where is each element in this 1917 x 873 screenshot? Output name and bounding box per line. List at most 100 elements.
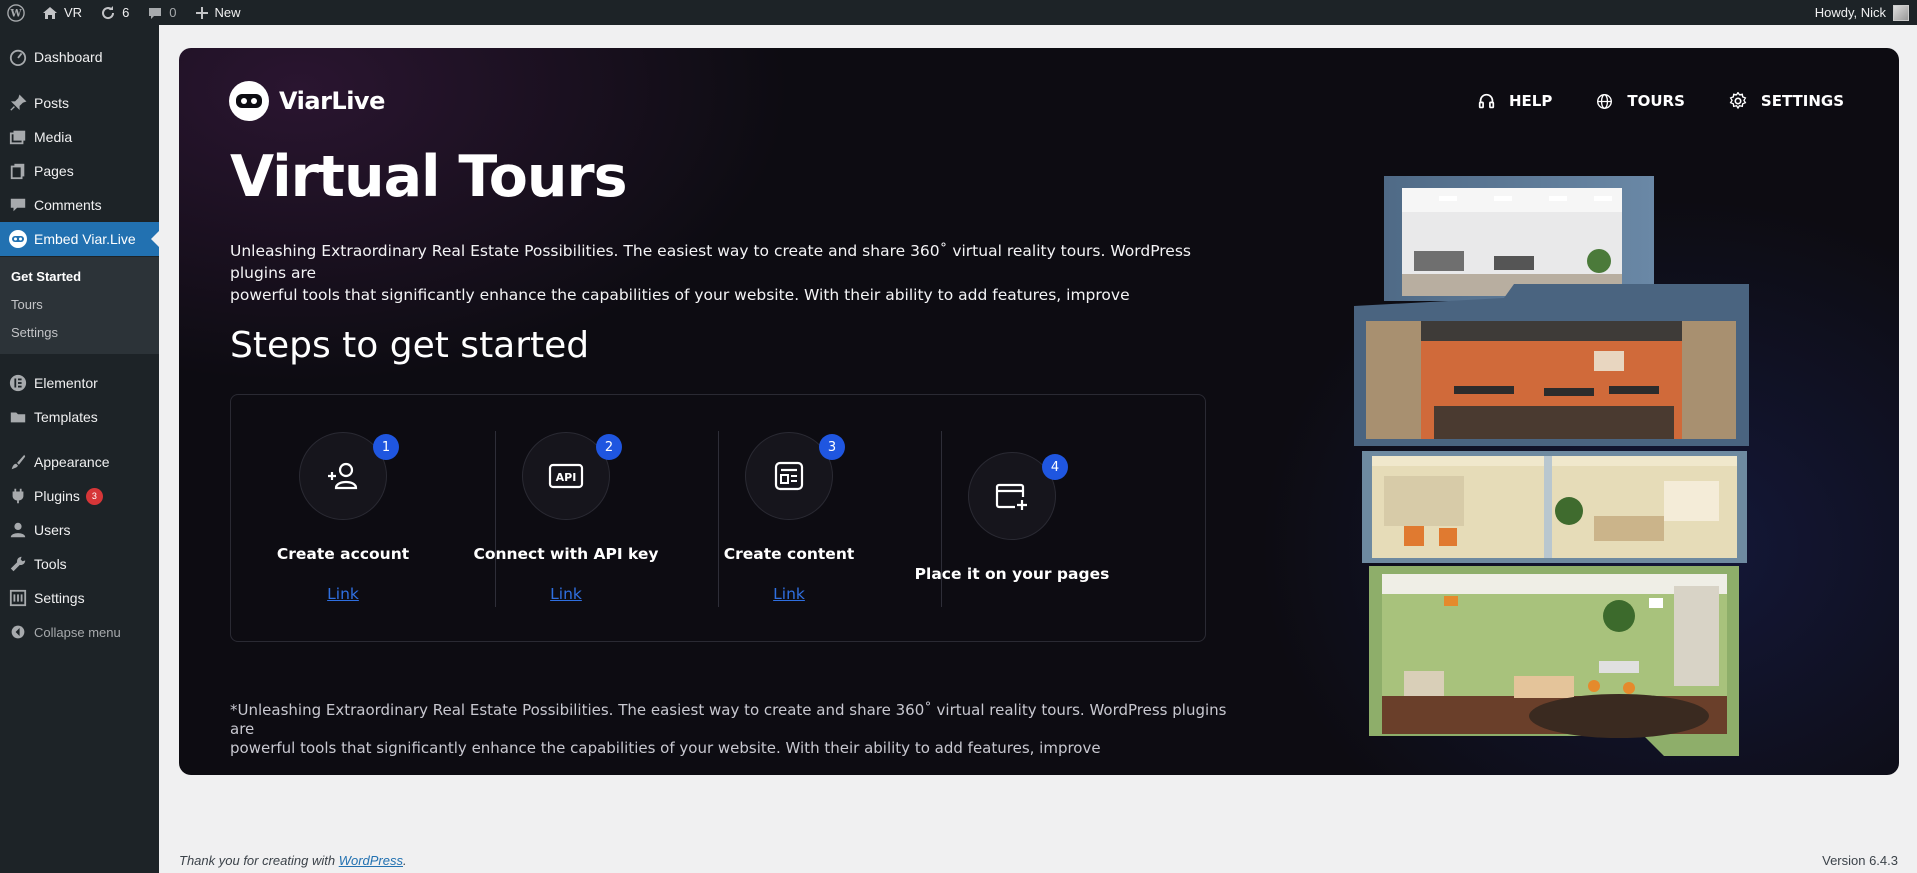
intro-line: Unleashing Extraordinary Real Estate Pos…: [230, 242, 1191, 282]
plug-icon: [12, 488, 24, 504]
menu-item-tools[interactable]: Tools: [0, 547, 159, 581]
menu-item-pages[interactable]: Pages: [0, 154, 159, 188]
pin-icon: [10, 94, 27, 111]
brand-name: ViarLive: [279, 87, 385, 115]
comment-icon: [149, 7, 162, 19]
menu-item-users[interactable]: Users: [0, 513, 159, 547]
intro-text: Unleashing Extraordinary Real Estate Pos…: [230, 240, 1210, 306]
footer-thanks-suffix: .: [403, 853, 407, 868]
headset-icon: [1478, 93, 1495, 108]
api-icon: API: [548, 463, 584, 489]
menu-label: Templates: [34, 409, 98, 425]
site-name-link[interactable]: VR: [33, 0, 91, 25]
step-number-badge: 3: [819, 434, 845, 460]
pages-icon: [10, 163, 25, 180]
nav-tours[interactable]: TOURS: [1596, 92, 1685, 110]
menu-label: Dashboard: [34, 49, 103, 65]
page-title: Virtual Tours: [230, 144, 628, 210]
submenu: Get Started Tours Settings: [0, 257, 159, 354]
home-icon: [43, 6, 57, 19]
menu-label: Media: [34, 129, 73, 145]
footnote-text: *Unleashing Extraordinary Real Estate Po…: [230, 701, 1230, 758]
settings-icon: [9, 589, 27, 607]
nav-settings-label: SETTINGS: [1760, 92, 1844, 110]
add-user-icon: [328, 462, 358, 490]
menu-item-templates[interactable]: Templates: [0, 400, 159, 434]
submenu-settings[interactable]: Settings: [11, 325, 58, 340]
submenu-get-started[interactable]: Get Started: [11, 269, 81, 284]
footnote-line: *Unleashing Extraordinary Real Estate Po…: [230, 701, 1227, 738]
step-title: Place it on your pages: [914, 565, 1110, 583]
add-window-icon: [995, 483, 1027, 510]
menu-item-elementor[interactable]: Elementor: [0, 366, 159, 400]
menu-item-comments[interactable]: Comments: [0, 188, 159, 222]
footer-thanks-text: Thank you for creating with: [179, 853, 339, 868]
globe-icon: [1597, 93, 1613, 109]
updates-count: 6: [122, 5, 130, 20]
footer-thanks: Thank you for creating with WordPress.: [179, 853, 407, 868]
top-nav: HELP TOURS SETTINGS: [1434, 92, 1844, 110]
nav-help[interactable]: HELP: [1478, 92, 1552, 110]
footnote-line: powerful tools that significantly enhanc…: [230, 739, 1101, 757]
create-content-link[interactable]: Link: [677, 585, 901, 603]
nav-settings[interactable]: SETTINGS: [1729, 92, 1844, 110]
wordpress-link[interactable]: WordPress: [339, 853, 403, 868]
steps-panel: 1 Create account Link API 2 Connect with…: [230, 394, 1206, 642]
folder-icon: [10, 412, 26, 423]
user-icon: [10, 522, 26, 538]
step-number-badge: 1: [373, 434, 399, 460]
menu-label: Comments: [34, 197, 102, 213]
greeting: Howdy, Nick: [1814, 5, 1886, 20]
admin-bar: W VR 6 0 New Howdy, Nick: [0, 0, 1917, 25]
submenu-tours[interactable]: Tours: [11, 297, 43, 312]
nav-tours-label: TOURS: [1627, 92, 1685, 110]
menu-label: Appearance: [34, 454, 110, 470]
wrench-icon: [10, 556, 26, 572]
brush-icon: [11, 454, 26, 470]
menu-item-plugins[interactable]: Plugins 3: [0, 479, 159, 513]
new-label: New: [214, 5, 241, 20]
updates-link[interactable]: 6: [91, 0, 138, 25]
viarlive-hero-card: ViarLive HELP TOURS SETTINGS Virtual Tou…: [179, 48, 1899, 775]
wordpress-logo-icon[interactable]: W: [0, 0, 33, 25]
building-cutaway-image: [1354, 176, 1749, 756]
collapse-label: Collapse menu: [34, 624, 121, 640]
comments-count: 0: [169, 5, 177, 20]
plus-icon: [195, 6, 208, 19]
menu-item-dashboard[interactable]: Dashboard: [0, 40, 159, 74]
menu-item-settings[interactable]: Settings: [0, 581, 159, 615]
step-create-account: 1 Create account Link: [231, 395, 455, 641]
viarlive-icon: [9, 230, 27, 248]
menu-item-embed-viarlive[interactable]: Embed Viar.Live: [0, 222, 159, 256]
new-content-link[interactable]: New: [186, 0, 250, 25]
menu-label: Tools: [34, 556, 67, 572]
content-icon: [774, 461, 804, 491]
menu-label: Posts: [34, 95, 70, 111]
viarlive-logo[interactable]: ViarLive: [229, 81, 385, 121]
step-title: Create content: [723, 545, 855, 563]
create-account-link[interactable]: Link: [231, 585, 455, 603]
step-create-content: 3 Create content Link: [677, 395, 901, 641]
elementor-icon: [9, 374, 27, 392]
step-title: Create account: [276, 545, 410, 563]
my-account[interactable]: Howdy, Nick: [1815, 0, 1917, 25]
comments-link[interactable]: 0: [138, 0, 185, 25]
refresh-icon: [102, 5, 115, 19]
menu-label: Users: [34, 522, 71, 538]
steps-heading: Steps to get started: [230, 325, 590, 366]
comment-icon: [10, 198, 26, 212]
gear-icon: [1729, 92, 1747, 110]
step-title: Connect with API key: [473, 545, 659, 563]
step-number-badge: 4: [1042, 454, 1068, 480]
site-name: VR: [64, 5, 83, 20]
collapse-menu-button[interactable]: Collapse menu: [0, 615, 159, 649]
svg-text:API: API: [556, 471, 577, 484]
menu-item-media[interactable]: Media: [0, 120, 159, 154]
dashboard-icon: [9, 49, 27, 66]
connect-api-link[interactable]: Link: [454, 585, 678, 603]
menu-item-posts[interactable]: Posts: [0, 86, 159, 120]
step-connect-api: API 2 Connect with API key Link: [454, 395, 678, 641]
menu-item-appearance[interactable]: Appearance: [0, 445, 159, 479]
version-text: Version 6.4.3: [1822, 853, 1898, 868]
intro-line: powerful tools that significantly enhanc…: [230, 286, 1130, 304]
